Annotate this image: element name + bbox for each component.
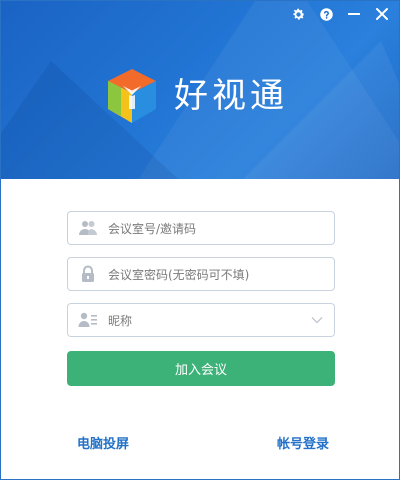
room-password-placeholder: 会议室密码(无密码可不填): [108, 267, 250, 282]
help-circle-icon[interactable]: [317, 5, 335, 23]
screen-share-link[interactable]: 电脑投屏: [77, 433, 129, 452]
account-login-link[interactable]: 帐号登录: [277, 433, 329, 452]
room-password-field[interactable]: 会议室密码(无密码可不填): [67, 257, 335, 291]
room-number-field[interactable]: 会议室号/邀请码: [67, 211, 335, 245]
join-meeting-button[interactable]: 加入会议: [67, 351, 335, 386]
gear-icon[interactable]: [289, 5, 307, 23]
user-list-icon: [78, 310, 98, 330]
nickname-placeholder: 昵称: [108, 313, 133, 328]
nickname-field[interactable]: 昵称: [67, 303, 335, 337]
minimize-icon[interactable]: [345, 5, 363, 23]
app-logo: [101, 65, 163, 127]
window-controls: [289, 5, 391, 23]
header-banner: 好视通: [1, 1, 399, 179]
app-window: 好视通 会议室号/邀请码 会议室密码(无密码可不填) 昵称 加入会议 电脑投屏 …: [0, 0, 400, 480]
close-icon[interactable]: [373, 5, 391, 23]
app-name: 好视通: [174, 76, 288, 116]
lock-icon: [78, 264, 98, 284]
room-number-placeholder: 会议室号/邀请码: [108, 221, 197, 236]
chevron-down-icon[interactable]: [310, 313, 324, 327]
users-icon: [78, 218, 98, 238]
